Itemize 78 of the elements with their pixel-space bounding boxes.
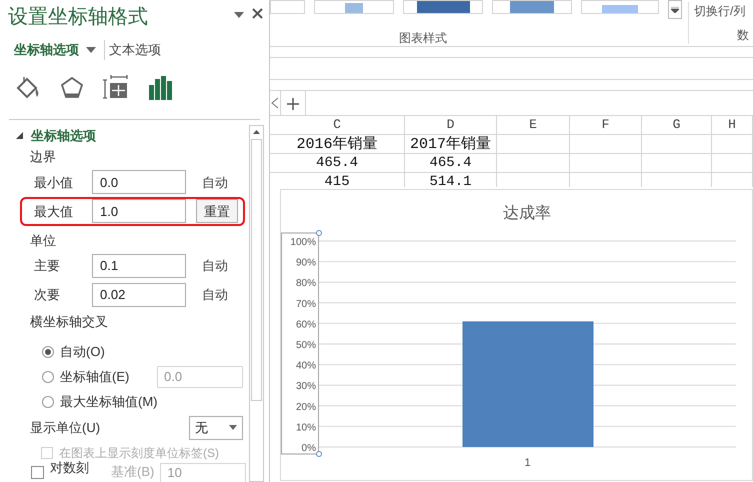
expand-triangle-icon[interactable] xyxy=(16,132,23,139)
field-label: 最大值 xyxy=(34,202,74,220)
dropdown-icon[interactable] xyxy=(86,47,96,53)
column-header[interactable]: H xyxy=(712,116,753,134)
column-header[interactable]: E xyxy=(497,116,570,134)
axis-tick-label: 40% xyxy=(296,360,316,372)
chart-style-thumbnail[interactable] xyxy=(403,0,483,14)
scrollbar[interactable] xyxy=(249,125,264,482)
column-header[interactable]: F xyxy=(570,116,642,134)
column-header[interactable]: D xyxy=(405,116,497,134)
radio-button[interactable] xyxy=(42,396,54,408)
category-label: 1 xyxy=(524,457,531,469)
radio-label: 最大坐标轴值(M) xyxy=(60,393,158,412)
chart-title: 达成率 xyxy=(503,205,551,222)
chart-style-thumbnail[interactable] xyxy=(581,0,659,14)
axis-tick-label: 80% xyxy=(296,278,316,290)
axis-tick-label: 20% xyxy=(296,402,316,413)
table-cell: 465.4 xyxy=(316,154,358,172)
table-cell: 2017年销量 xyxy=(410,135,491,154)
size-properties-icon xyxy=(103,75,129,101)
pane-tab[interactable]: 坐标轴选项 xyxy=(14,40,79,60)
auto-label: 自动 xyxy=(202,174,228,192)
value-field[interactable]: 1.0 xyxy=(92,199,186,224)
display-units-dropdown[interactable]: 无 xyxy=(189,416,243,440)
radio-button[interactable] xyxy=(42,346,54,358)
group-label: 单位 xyxy=(30,232,56,250)
pentagon-icon xyxy=(59,75,85,101)
pane-title: 设置坐标轴格式 xyxy=(8,5,149,30)
value-field[interactable]: 0.0 xyxy=(92,170,186,194)
table-cell: 415 xyxy=(324,173,350,187)
field-label: 次要 xyxy=(34,286,61,304)
gallery-more-button[interactable] xyxy=(668,0,682,19)
checkbox-label: 对数刻 xyxy=(50,460,89,476)
column-header[interactable]: C xyxy=(270,116,405,134)
chart-style-thumbnail[interactable] xyxy=(270,0,305,14)
chart-style-thumbnail[interactable] xyxy=(492,0,572,14)
group-label: 横坐标轴交叉 xyxy=(30,313,108,332)
axis-tick-label: 0% xyxy=(302,443,316,454)
dropdown-icon[interactable] xyxy=(234,12,244,18)
selected-axis-frame[interactable] xyxy=(281,230,322,457)
chart-style-thumbnail[interactable] xyxy=(314,0,394,14)
section-title: 坐标轴选项 xyxy=(31,126,96,145)
base-label: 基准(B) xyxy=(111,464,154,480)
pane-tab[interactable]: 文本选项 xyxy=(109,40,161,60)
table-cell: 514.1 xyxy=(429,173,472,187)
reset-button[interactable]: 重置 xyxy=(196,199,238,224)
value-field[interactable]: 0.1 xyxy=(92,254,186,278)
axis-tick-label: 70% xyxy=(296,298,316,310)
plus-icon xyxy=(287,98,299,110)
chart-area[interactable]: 达成率 0% 10% 20% 30% 40% 50% 60% 70% 80% 90% 100% 1 xyxy=(280,189,753,481)
auto-label: 自动 xyxy=(202,257,228,276)
axis-tick-label: 60% xyxy=(296,319,316,330)
radio-label: 自动(O) xyxy=(60,343,105,362)
group-label: 数 xyxy=(737,27,749,44)
radio-label: 坐标轴值(E) xyxy=(60,368,130,386)
paint-bucket-icon xyxy=(15,75,41,101)
value-field[interactable]: 0.02 xyxy=(92,282,186,307)
close-icon[interactable] xyxy=(252,8,263,19)
axis-tick-label: 10% xyxy=(296,422,316,434)
switch-row-column-button[interactable]: 切换行/列 xyxy=(694,2,746,20)
table-cell: 465.4 xyxy=(429,154,472,172)
caret-icon xyxy=(671,6,679,12)
axis-tick-label: 30% xyxy=(296,381,316,392)
auto-label: 自动 xyxy=(202,286,228,304)
axis-tick-label: 50% xyxy=(296,340,316,351)
dropdown-icon xyxy=(229,425,237,430)
axis-tick-label: 100% xyxy=(290,237,316,248)
axis-tick-label: 90% xyxy=(296,258,316,269)
group-label: 图表样式 xyxy=(399,30,447,47)
checkbox[interactable] xyxy=(31,466,44,479)
bar-chart-icon xyxy=(147,75,173,101)
field-label: 主要 xyxy=(34,257,61,276)
table-cell: 2016年销量 xyxy=(296,135,378,154)
field-label: 最小值 xyxy=(34,174,74,192)
display-units-label: 显示单位(U) xyxy=(30,418,100,437)
group-label: 边界 xyxy=(30,148,56,166)
checkbox-label: 在图表上显示刻度单位标签(S) xyxy=(59,444,219,461)
column-header[interactable]: G xyxy=(642,116,712,134)
